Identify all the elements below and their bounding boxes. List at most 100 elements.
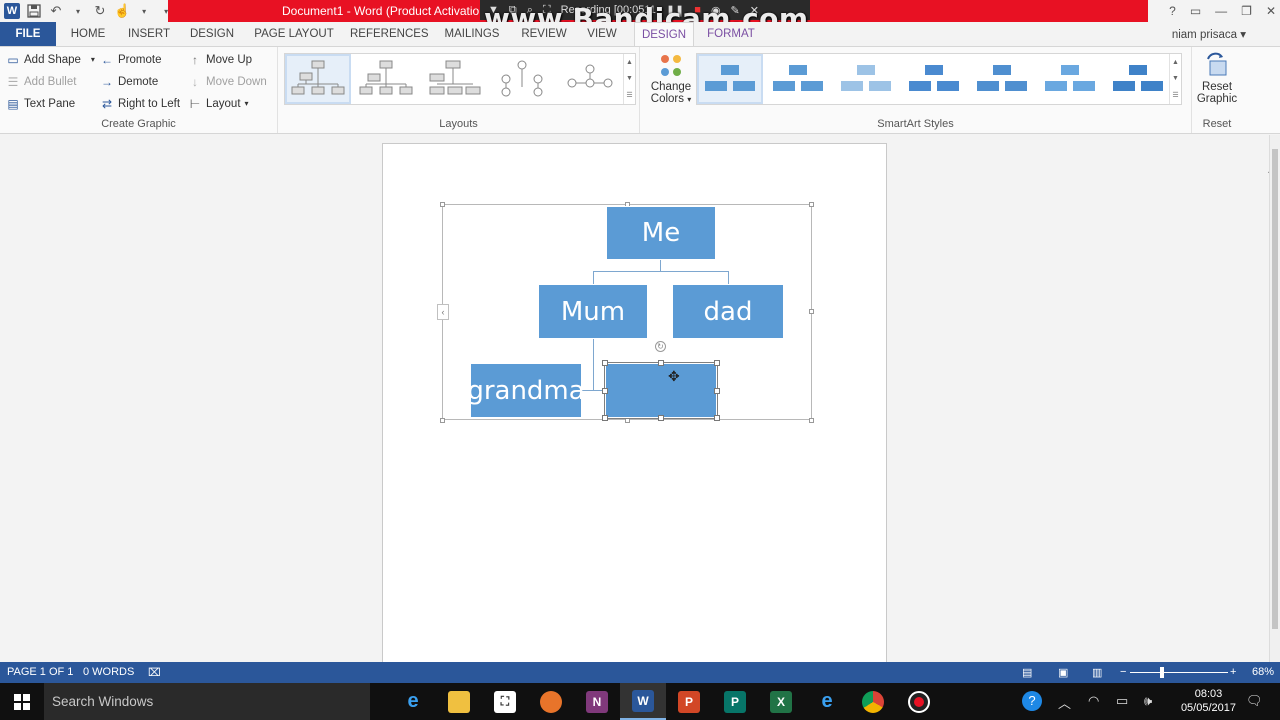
- taskbar-store[interactable]: ⛶: [482, 683, 528, 720]
- redo-icon[interactable]: ↻: [92, 2, 108, 20]
- layout-option-org-chart[interactable]: [285, 54, 351, 104]
- styles-down-icon[interactable]: ▼: [1172, 75, 1179, 82]
- node-me[interactable]: Me: [606, 206, 716, 260]
- close-icon[interactable]: ✕: [1266, 4, 1276, 18]
- taskbar-firefox[interactable]: [528, 683, 574, 720]
- layout-option-half-circle[interactable]: [423, 56, 485, 102]
- frame-handle-br[interactable]: [809, 418, 814, 423]
- add-bullet-button[interactable]: ☰ Add Bullet: [6, 72, 77, 92]
- volume-icon[interactable]: 🕪: [1144, 693, 1152, 709]
- tab-design[interactable]: DESIGN: [186, 22, 238, 46]
- taskbar-powerpoint[interactable]: P: [666, 683, 712, 720]
- node-dad[interactable]: dad: [672, 284, 784, 339]
- tab-home[interactable]: HOME: [64, 22, 112, 46]
- frame-handle-tr[interactable]: [809, 202, 814, 207]
- battery-icon[interactable]: ▭: [1116, 693, 1128, 709]
- node-handle-tm[interactable]: [658, 360, 664, 366]
- word-logo-icon[interactable]: W: [4, 3, 20, 19]
- node-new-selected[interactable]: [604, 362, 718, 419]
- zoom-level[interactable]: 68%: [1252, 666, 1274, 678]
- layouts-gallery-scroll[interactable]: ▲ ▼ ☰: [623, 54, 635, 104]
- taskbar-edge[interactable]: e: [390, 683, 436, 720]
- tab-review[interactable]: REVIEW: [518, 22, 570, 46]
- tab-file[interactable]: FILE: [0, 22, 56, 46]
- show-hidden-icons-icon[interactable]: ︿: [1058, 693, 1071, 712]
- taskbar-publisher[interactable]: P: [712, 683, 758, 720]
- gallery-down-icon[interactable]: ▼: [626, 75, 633, 82]
- tab-smartart-design[interactable]: DESIGN: [634, 22, 694, 46]
- page-count[interactable]: PAGE 1 OF 1: [7, 666, 73, 678]
- add-shape-button[interactable]: ▭ Add Shape ▾: [6, 50, 95, 70]
- frame-handle-tl[interactable]: [440, 202, 445, 207]
- taskbar-chrome[interactable]: [850, 683, 896, 720]
- move-down-button[interactable]: ↓ Move Down: [188, 72, 267, 92]
- layout-option-name-title[interactable]: [355, 56, 417, 102]
- reset-graphic-button[interactable]: Reset Graphic: [1194, 51, 1240, 105]
- node-handle-br[interactable]: [714, 415, 720, 421]
- read-mode-icon[interactable]: ▤: [1022, 666, 1032, 679]
- layout-button[interactable]: ⊢ Layout ▾: [188, 94, 249, 114]
- move-up-button[interactable]: ↑ Move Up: [188, 50, 252, 70]
- tab-view[interactable]: VIEW: [582, 22, 622, 46]
- tab-page-layout[interactable]: PAGE LAYOUT: [252, 22, 336, 46]
- change-colors-button[interactable]: Change Colors ▾: [648, 51, 694, 115]
- tab-insert[interactable]: INSERT: [124, 22, 174, 46]
- touch-dropdown-icon[interactable]: ▾: [136, 2, 152, 20]
- right-to-left-button[interactable]: ⇄ Right to Left: [100, 94, 180, 114]
- undo-icon[interactable]: ↶: [48, 2, 64, 20]
- help-tray-icon[interactable]: ?: [1022, 691, 1042, 711]
- node-mum[interactable]: Mum: [538, 284, 648, 339]
- gallery-more-icon[interactable]: ☰: [626, 91, 632, 99]
- tab-smartart-format[interactable]: FORMAT: [702, 22, 760, 46]
- style-option-4[interactable]: [903, 56, 965, 102]
- taskbar-explorer[interactable]: [436, 683, 482, 720]
- node-grandma[interactable]: grandma: [467, 363, 585, 418]
- layout-option-circle-hierarchy[interactable]: [491, 56, 553, 102]
- rotate-handle-icon[interactable]: ↻: [655, 341, 666, 352]
- touch-mode-icon[interactable]: ☝: [114, 2, 130, 20]
- zoom-slider-thumb[interactable]: [1160, 667, 1164, 678]
- web-layout-icon[interactable]: ▥: [1092, 666, 1102, 679]
- save-icon[interactable]: [26, 2, 42, 20]
- zoom-in-icon[interactable]: +: [1230, 666, 1236, 678]
- node-handle-mr[interactable]: [714, 388, 720, 394]
- styles-gallery-scroll[interactable]: ▲ ▼ ☰: [1169, 54, 1181, 104]
- style-option-3[interactable]: [835, 56, 897, 102]
- taskbar-internet-explorer[interactable]: e: [804, 683, 850, 720]
- notifications-icon[interactable]: 🗨: [1246, 693, 1263, 709]
- frame-handle-mr[interactable]: [809, 309, 814, 314]
- help-icon[interactable]: ?: [1169, 4, 1176, 18]
- ribbon-display-icon[interactable]: ▭: [1190, 4, 1201, 18]
- minimize-icon[interactable]: —: [1215, 4, 1227, 18]
- tab-references[interactable]: REFERENCES: [350, 22, 429, 46]
- proofing-icon[interactable]: ⌧: [148, 666, 161, 679]
- style-option-7[interactable]: [1107, 56, 1169, 102]
- vertical-scrollbar-thumb[interactable]: [1272, 149, 1278, 629]
- style-option-5[interactable]: [971, 56, 1033, 102]
- zoom-slider[interactable]: [1130, 672, 1228, 673]
- zoom-out-icon[interactable]: −: [1120, 666, 1126, 678]
- gallery-up-icon[interactable]: ▲: [626, 59, 633, 66]
- taskbar-bandicam[interactable]: [896, 683, 942, 720]
- wifi-icon[interactable]: ◠: [1088, 693, 1099, 709]
- layout-option-horizontal-hierarchy[interactable]: [559, 56, 621, 102]
- frame-handle-bl[interactable]: [440, 418, 445, 423]
- node-handle-bl[interactable]: [602, 415, 608, 421]
- node-handle-tl[interactable]: [602, 360, 608, 366]
- add-shape-dropdown-icon[interactable]: ▾: [91, 50, 95, 70]
- promote-button[interactable]: ← Promote: [100, 50, 161, 70]
- style-option-2[interactable]: [767, 56, 829, 102]
- text-pane-toggle-icon[interactable]: ‹: [437, 304, 449, 320]
- styles-more-icon[interactable]: ☰: [1172, 91, 1178, 99]
- style-option-1[interactable]: [697, 54, 763, 104]
- text-pane-button[interactable]: ▤ Text Pane: [6, 94, 75, 114]
- frame-handle-bm[interactable]: [625, 418, 630, 423]
- start-button[interactable]: [0, 683, 44, 720]
- style-option-6[interactable]: [1039, 56, 1101, 102]
- taskbar-clock[interactable]: 08:03 05/05/2017: [1181, 687, 1236, 715]
- taskbar-word[interactable]: W: [620, 683, 666, 720]
- taskbar-onenote[interactable]: N: [574, 683, 620, 720]
- node-handle-ml[interactable]: [602, 388, 608, 394]
- user-account[interactable]: niam prisaca ▾: [1172, 27, 1246, 41]
- styles-up-icon[interactable]: ▲: [1172, 59, 1179, 66]
